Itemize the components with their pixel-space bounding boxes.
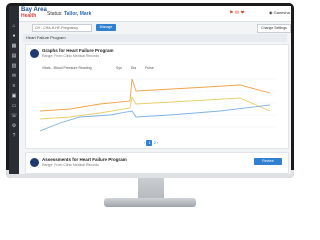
chart-legend: Sys Dia Pulse	[116, 66, 162, 70]
message-icon[interactable]: ✉	[11, 74, 17, 79]
toolbar: CH - CHA-H-HF-Pregnancy Manage Change Se…	[19, 22, 291, 33]
change-settings-button[interactable]: Change Settings	[257, 24, 291, 33]
graphs-card: Graphs for Heart Failure Program Range: …	[25, 44, 289, 149]
assessments-card: Assessments for Heart Failure Program Ra…	[25, 152, 289, 174]
app-header: Bay Area Health Status: Tallor, Mark ⚑ ✉…	[19, 6, 291, 22]
manage-button[interactable]: Manage	[96, 24, 116, 31]
legend-item[interactable]: Sys	[116, 66, 122, 70]
document-icon[interactable]: ▤	[11, 54, 17, 59]
calendar-icon[interactable]: ▦	[11, 44, 17, 49]
card2-title: Assessments for Heart Failure Program	[42, 157, 127, 162]
legend-item[interactable]: Pulse	[145, 66, 154, 70]
card-subtitle: Range: From Clinic Medical Records	[42, 54, 99, 58]
patient-status: Status: Tallor, Mark	[47, 11, 92, 17]
pager-prev[interactable]: ‹	[144, 140, 145, 145]
legend-item[interactable]: Dia	[131, 66, 136, 70]
pager-page-2[interactable]: 2	[154, 140, 156, 145]
review-button[interactable]: Review	[254, 158, 282, 165]
patient-icon[interactable]: ●	[11, 34, 17, 39]
chart-icon[interactable]: ▥	[11, 64, 17, 69]
home-icon[interactable]: ⌂	[11, 24, 17, 29]
program-select[interactable]: CH - CHA-H-HF-Pregnancy	[32, 24, 92, 32]
report-icon[interactable]: ▣	[11, 94, 17, 99]
pagination: ‹ 1 2 ›	[144, 140, 158, 146]
program-badge-icon	[30, 49, 39, 58]
card2-subtitle: Range: From Clinic Medical Records	[42, 163, 99, 167]
chart-label: Vitals - Blood Pressure Reading	[42, 66, 92, 70]
vitals-chart	[40, 71, 276, 135]
pager-page-1[interactable]: 1	[146, 140, 153, 146]
help-icon[interactable]: ?	[11, 134, 17, 139]
alert-icons[interactable]: ⚑ ✉ ❤	[229, 10, 245, 16]
screen: ⌂ ● ▦ ▤ ▥ ✉ ≡ ▣ ▭ ☏ ⚙ ? Bay Area Health …	[9, 6, 291, 174]
user-menu[interactable]: ◉ Ganesha	[269, 10, 290, 15]
assessment-badge-icon	[30, 158, 39, 167]
panel-title: Heart Failure Program	[23, 34, 287, 42]
left-nav-rail: ⌂ ● ▦ ▤ ▥ ✉ ≡ ▣ ▭ ☏ ⚙ ?	[9, 6, 19, 174]
brand-logo[interactable]: Bay Area Health	[21, 7, 47, 19]
monitor-stand-base	[104, 198, 196, 207]
patient-name[interactable]: Tallor, Mark	[64, 11, 91, 17]
pager-next[interactable]: ›	[157, 140, 158, 145]
phone-icon[interactable]: ☏	[11, 114, 17, 119]
list-icon[interactable]: ≡	[11, 84, 17, 89]
card-title: Graphs for Heart Failure Program	[42, 48, 114, 53]
monitor-stand-neck	[138, 178, 164, 198]
settings-icon[interactable]: ⚙	[11, 124, 17, 129]
folder-icon[interactable]: ▭	[11, 104, 17, 109]
